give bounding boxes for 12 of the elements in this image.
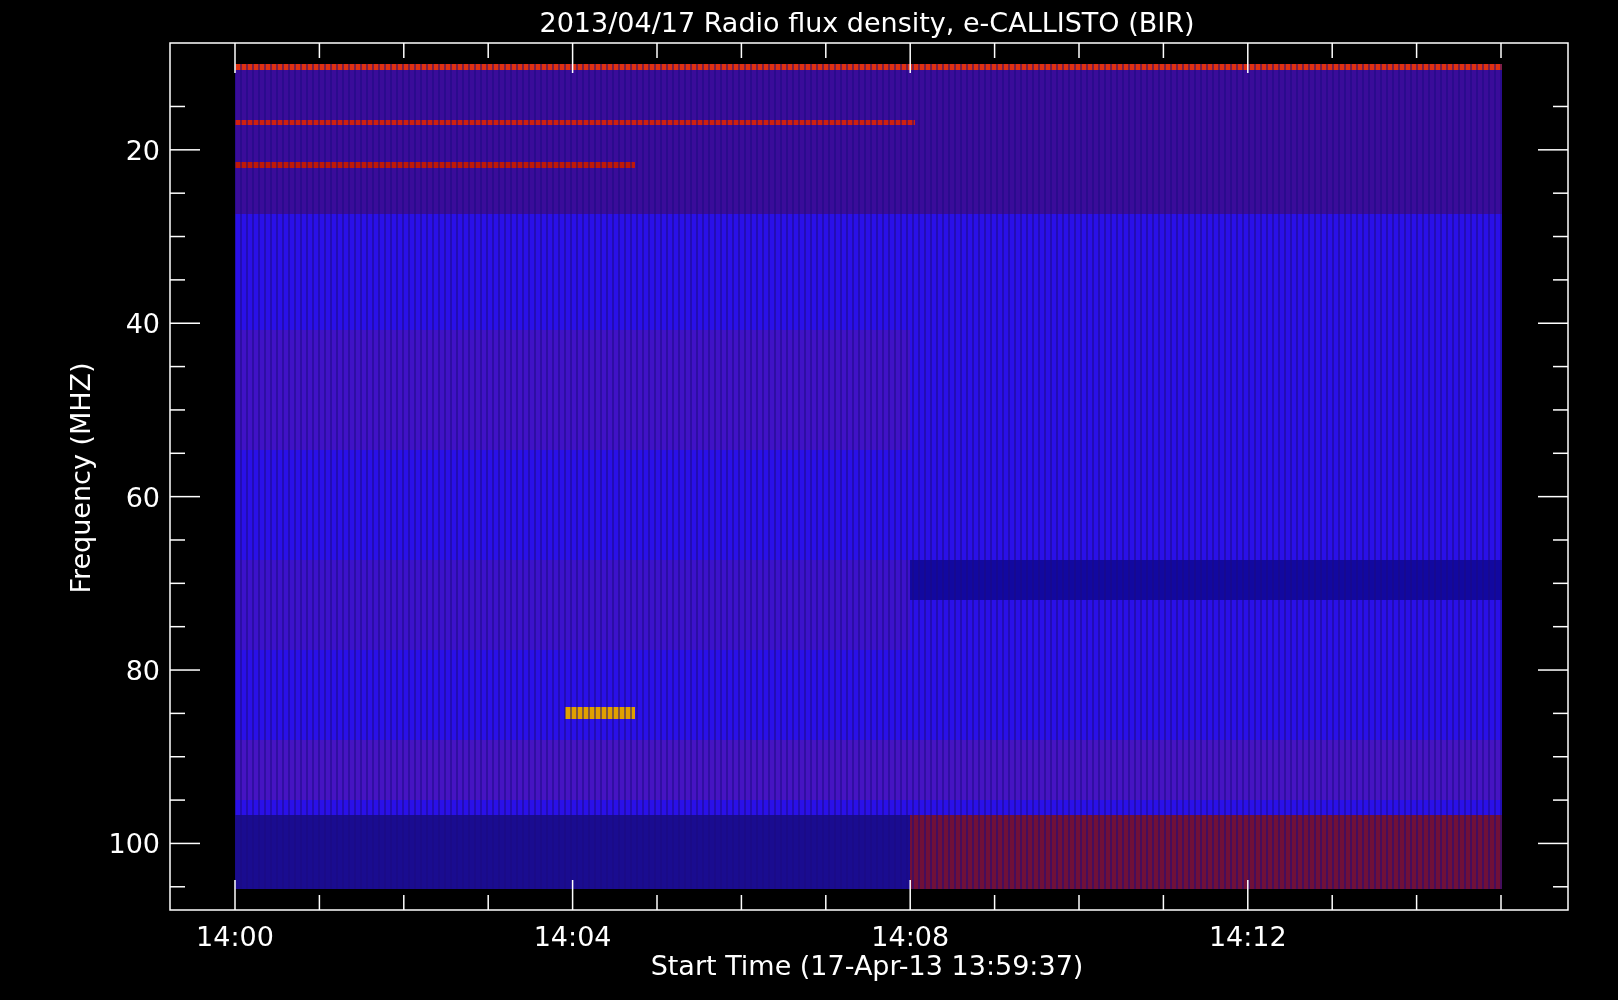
y-tick-label: 100	[108, 828, 160, 860]
y-tick-label: 20	[125, 134, 160, 166]
chart-title: 2013/04/17 Radio flux density, e-CALLISTO (BIR)	[539, 7, 1195, 38]
y-tick-label: 60	[125, 481, 160, 513]
y-tick-label: 80	[125, 655, 160, 687]
y-tick-label: 40	[125, 308, 160, 340]
x-tick-label: 14:08	[871, 921, 950, 952]
x-axis-label: Start Time (17-Apr-13 13:59:37)	[650, 950, 1084, 981]
x-tick-label: 14:00	[196, 921, 274, 952]
y-axis-label: Frequency (MHZ)	[65, 362, 96, 594]
x-tick-label: 14:12	[1208, 921, 1287, 952]
x-tick-label: 14:04	[533, 921, 612, 952]
